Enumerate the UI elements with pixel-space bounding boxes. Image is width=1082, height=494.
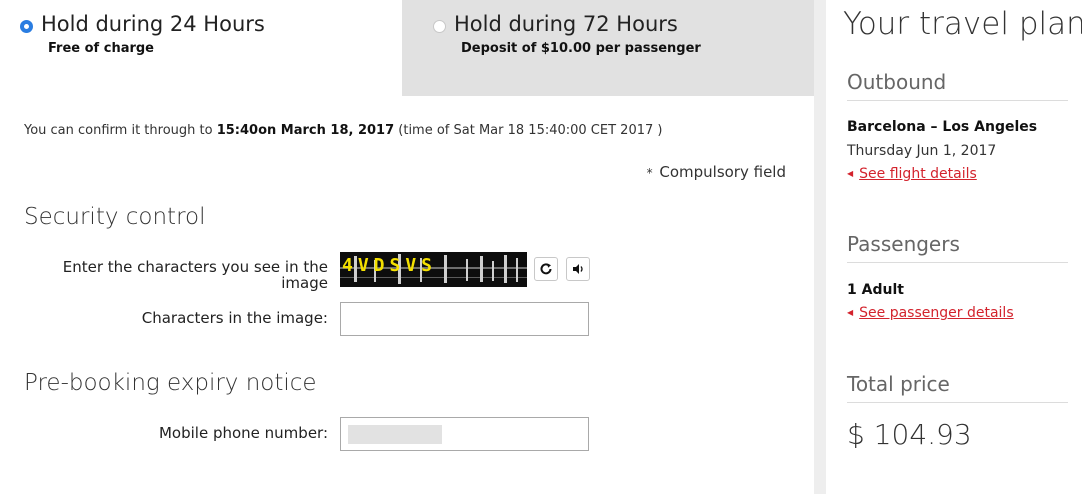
radio-hold-72h[interactable] [433,20,446,33]
radio-hold-24h[interactable] [20,20,33,33]
hold-option-24h[interactable]: Hold during 24 Hours Free of charge [0,0,402,96]
speaker-icon [573,264,583,274]
captcha-image: 4VDSVS [340,252,527,287]
audio-captcha-button[interactable] [566,257,590,281]
total-price-amount: $ 104.93 [847,418,972,451]
sidebar-title: Your travel plan [843,6,1082,42]
confirm-deadline: 15:40on March 18, 2017 [216,123,395,138]
passengers-heading: Passengers [847,232,1068,263]
outbound-date: Thursday Jun 1, 2017 [847,143,997,159]
total-price-heading: Total price [847,372,1068,403]
captcha-input[interactable] [340,302,589,336]
confirm-suffix: (time of Sat Mar 18 15:40:00 CET 2017 ) [394,123,663,138]
passenger-count: 1 Adult [847,282,904,298]
hold-24h-subtitle: Free of charge [48,41,154,56]
refresh-captcha-button[interactable] [534,257,558,281]
redacted-phone-mask [348,425,442,444]
security-control-heading: Security control [24,204,206,230]
see-flight-details-label: See flight details [859,166,977,182]
confirm-deadline-text: You can confirm it through to 15:40on Ma… [24,123,662,138]
confirm-prefix: You can confirm it through to [24,123,217,138]
hold-24h-title: Hold during 24 Hours [41,12,265,36]
sidebar-divider [814,0,826,494]
see-passenger-details-link[interactable]: ◀ See passenger details [847,305,1014,321]
outbound-heading: Outbound [847,70,1068,101]
hold-72h-title: Hold during 72 Hours [454,12,678,36]
caret-left-icon: ◀ [847,308,854,317]
mobile-phone-input[interactable] [340,417,589,451]
compulsory-field-note: * Compulsory field [647,163,786,181]
prebooking-expiry-heading: Pre-booking expiry notice [24,370,317,396]
mobile-phone-label: Mobile phone number: [158,424,328,442]
hold-72h-subtitle: Deposit of $10.00 per passenger [461,41,701,56]
travel-plan-sidebar: Your travel plan Outbound Barcelona – Lo… [826,0,1082,494]
refresh-icon [540,263,552,275]
characters-label: Characters in the image: [141,309,328,327]
captcha-text: 4VDSVS [342,255,438,276]
outbound-route: Barcelona – Los Angeles [847,119,1038,135]
caret-left-icon: ◀ [847,169,854,178]
hold-option-72h[interactable]: Hold during 72 Hours Deposit of $10.00 p… [402,0,814,96]
compulsory-star: * [646,166,653,180]
see-flight-details-link[interactable]: ◀ See flight details [847,166,977,182]
compulsory-label: Compulsory field [659,163,786,181]
captcha-label: Enter the characters you see in the imag… [62,258,328,292]
see-passenger-details-label: See passenger details [859,305,1014,321]
